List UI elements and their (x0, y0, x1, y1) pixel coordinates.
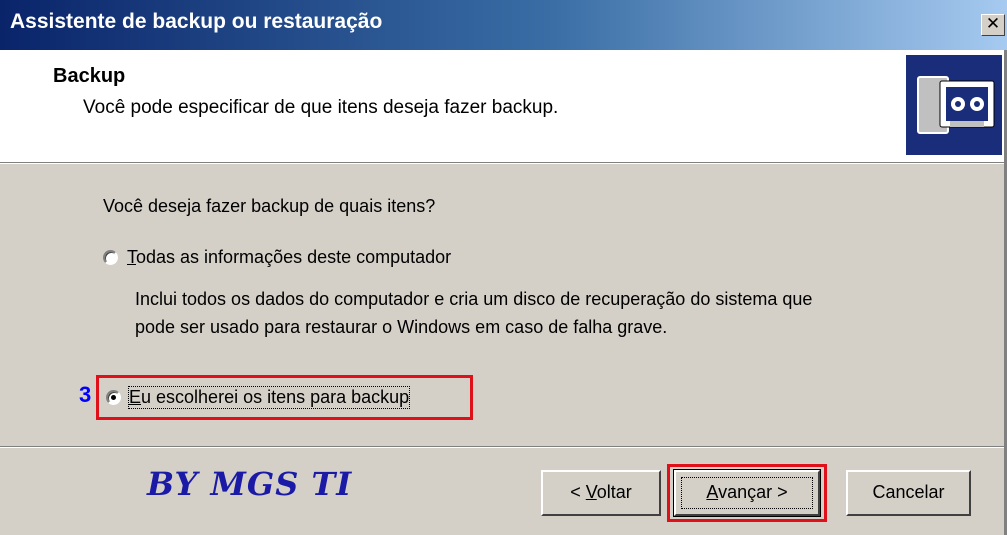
step-number-annotation: 3 (79, 382, 92, 407)
option-label-rest: odas as informações deste computador (136, 247, 452, 267)
cancel-label: Cancelar (872, 482, 945, 502)
option-label-rest: u escolherei os itens para backup (141, 387, 410, 407)
title-bar[interactable]: Assistente de backup ou restauração ✕ (0, 0, 1007, 50)
option-all-information[interactable]: Todas as informações deste computador (103, 247, 451, 268)
cancel-button[interactable]: Cancelar (846, 470, 971, 516)
wizard-header: Backup Você pode especificar de que iten… (0, 50, 1007, 162)
option-label: Todas as informações deste computador (127, 247, 451, 268)
radio-button-selected[interactable] (106, 390, 121, 405)
page-subtitle: Você pode especificar de que itens desej… (83, 97, 559, 118)
option-label: Eu escolherei os itens para backup (127, 386, 411, 409)
mnemonic-letter: E (129, 387, 142, 407)
next-button[interactable]: Avançar > (673, 469, 821, 517)
footer-divider (0, 446, 1007, 448)
option-description-line-2: pode ser usado para restaurar o Windows … (135, 317, 668, 337)
backup-tapes-icon (906, 55, 1002, 155)
backup-wizard-window: Assistente de backup ou restauração ✕ Ba… (0, 0, 1007, 535)
mnemonic-letter: V (585, 482, 597, 502)
window-title: Assistente de backup ou restauração (10, 10, 383, 33)
focus-rectangle (681, 477, 813, 509)
question-text: Você deseja fazer backup de quais itens? (103, 196, 436, 216)
page-title: Backup (53, 65, 126, 87)
back-label-rest: oltar (596, 482, 632, 502)
mnemonic-letter: T (127, 247, 136, 267)
close-icon: ✕ (985, 14, 1001, 34)
option-description-line-1: Inclui todos os dados do computador e cr… (135, 289, 813, 309)
radio-button[interactable] (103, 250, 118, 265)
back-prefix: < (570, 482, 586, 502)
close-button[interactable]: ✕ (981, 14, 1005, 36)
header-divider (0, 162, 1007, 164)
back-button[interactable]: < Voltar (541, 470, 661, 516)
watermark-text: BY MGS TI (147, 465, 353, 503)
option-choose-items[interactable]: Eu escolherei os itens para backup (106, 386, 411, 409)
